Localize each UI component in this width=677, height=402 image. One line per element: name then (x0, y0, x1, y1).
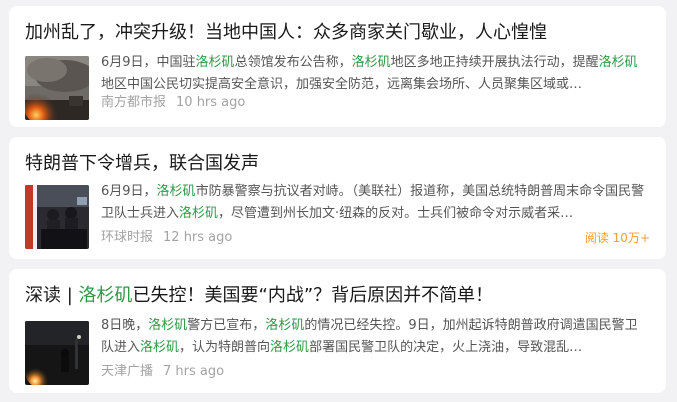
keyword-highlight: 洛杉矶 (598, 55, 638, 70)
keyword-highlight: 洛杉矶 (148, 318, 188, 333)
article-title[interactable]: 加州乱了，冲突升级！当地中国人：众多商家关门歇业，人心惶惶 (25, 20, 652, 46)
article-meta: 天津广播 7 hrs ago (101, 363, 224, 381)
article-snippet: 6月9日，洛杉矶市防暴警察与抗议者对峙。（美联社）报道称，美国总统特朗普周末命令… (101, 181, 650, 224)
post-time: 10 hrs ago (176, 95, 246, 110)
keyword-highlight: 洛杉矶 (179, 205, 219, 221)
text-segment: ，尽管遭到州长加文·纽森的反对。士兵们被命令对示威者采… (218, 205, 574, 221)
text-segment: 6月9日，中国驻 (101, 55, 196, 70)
text-segment: 深读 | (25, 285, 79, 306)
keyword-highlight: 洛杉矶 (351, 55, 391, 70)
keyword-highlight: 洛杉矶 (156, 184, 196, 199)
article-meta: 南方都市报 10 hrs ago (101, 94, 245, 112)
keyword-highlight: 洛杉矶 (140, 339, 180, 355)
source-name[interactable]: 环球时报 (101, 230, 153, 245)
text-segment: 警方已宣布， (187, 318, 266, 333)
article-title[interactable]: 深读 | 洛杉矶已失控！美国要“内战”？背后原因并不简单！ (25, 283, 652, 309)
news-card-1[interactable]: 加州乱了，冲突升级！当地中国人：众多商家关门歇业，人心惶惶 6月9日，中国驻洛杉… (9, 6, 666, 127)
text-segment: 部署国民警卫队的决定，火上浇油，导致混乱… (309, 339, 583, 355)
keyword-highlight: 洛杉矶 (270, 339, 310, 355)
text-segment: ，认为特朗普向 (179, 339, 271, 355)
text-segment: 6月9日， (101, 184, 157, 199)
news-card-2[interactable]: 特朗普下令增兵，联合国发声 6月9日，洛杉矶市防暴警察与抗议者对峙。（美联社）报… (9, 137, 666, 259)
article-title[interactable]: 特朗普下令增兵，联合国发声 (25, 151, 652, 177)
text-segment: 地区中国公民切实提高安全意识，加强安全防范，远离集会场所、人员聚集区域或… (101, 76, 583, 92)
text-segment: 地区多地正持续开展执法行动，提醒 (390, 55, 599, 70)
keyword-highlight: 洛杉矶 (265, 318, 305, 333)
text-segment: 已失控！美国要“内战”？背后原因并不简单！ (132, 285, 494, 306)
read-count: 阅读 10万+ (584, 231, 650, 245)
keyword-highlight: 洛杉矶 (195, 55, 235, 70)
night-fire-photo-icon[interactable] (25, 321, 89, 385)
text-segment: 8日晚， (101, 318, 149, 333)
text-segment: 总领馆发布公告称， (234, 55, 352, 70)
source-name[interactable]: 南方都市报 (101, 95, 166, 110)
post-time: 12 hrs ago (163, 230, 233, 245)
riot-police-photo-icon[interactable] (25, 185, 89, 249)
article-meta: 环球时报 12 hrs ago (101, 229, 232, 247)
article-snippet: 6月9日，中国驻洛杉矶总领馆发布公告称，洛杉矶地区多地正持续开展执法行动，提醒洛… (101, 52, 650, 95)
article-snippet: 8日晚，洛杉矶警方已宣布，洛杉矶的情况已经失控。9日，加州起诉特朗普政府调遣国民… (101, 315, 650, 358)
source-name[interactable]: 天津广播 (101, 364, 153, 379)
news-card-3[interactable]: 深读 | 洛杉矶已失控！美国要“内战”？背后原因并不简单！ 8日晚，洛杉矶警方已… (9, 269, 666, 393)
fire-smoke-photo-icon[interactable] (25, 56, 89, 120)
keyword-highlight: 洛杉矶 (78, 285, 133, 306)
post-time: 7 hrs ago (163, 364, 225, 379)
